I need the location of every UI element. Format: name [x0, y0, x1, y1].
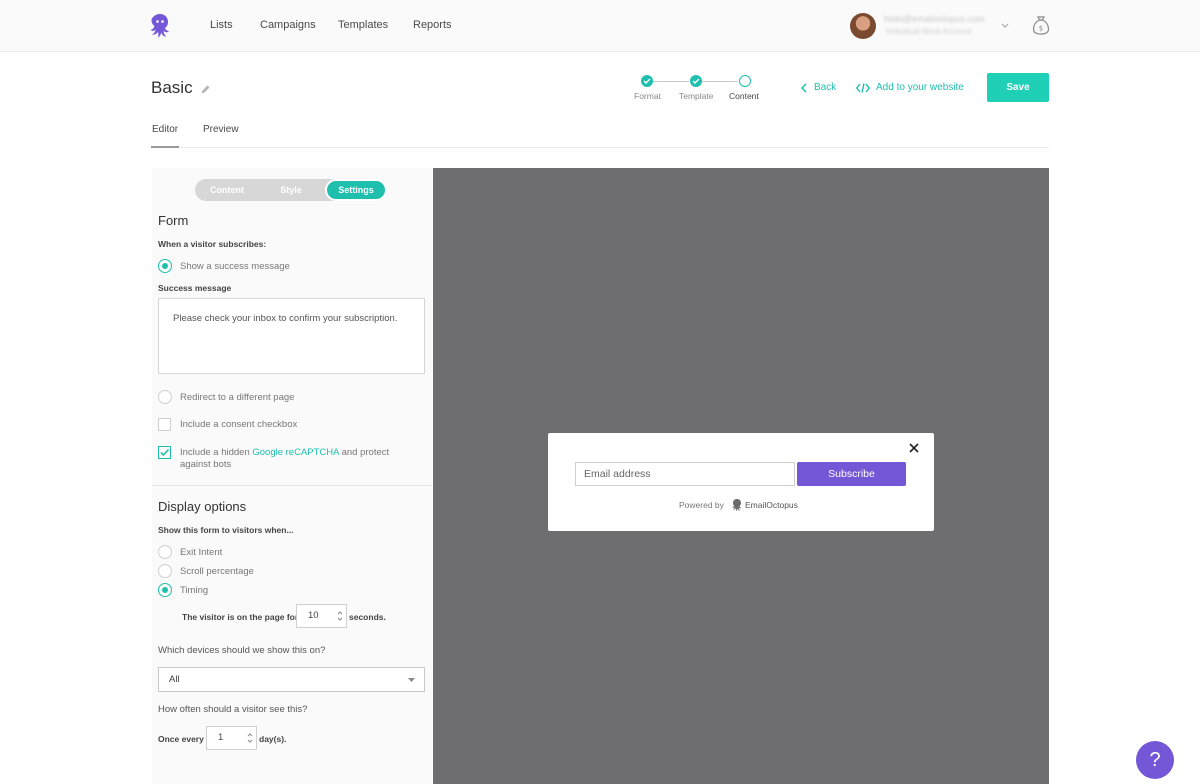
devices-select[interactable]: All [158, 667, 425, 692]
add-to-website-link[interactable]: Add to your website [856, 82, 964, 93]
form-preview-canvas: Email address Subscribe Powered by Email… [433, 168, 1049, 784]
scroll-percentage-radio[interactable] [158, 564, 172, 578]
octopus-logo-icon [732, 499, 742, 512]
chevron-left-icon [800, 83, 807, 93]
success-message-radio[interactable] [158, 259, 172, 273]
page-title: Basic [151, 78, 193, 97]
timing-seconds-value: 10 [308, 610, 319, 621]
exit-intent-radio[interactable] [158, 545, 172, 559]
back-link[interactable]: Back [800, 82, 836, 93]
nav-campaigns[interactable]: Campaigns [260, 19, 316, 31]
timing-radio[interactable] [158, 583, 172, 597]
segment-style[interactable]: Style [259, 179, 323, 201]
editor-tabs: Editor Preview [151, 124, 1049, 148]
panel-segment-control: Content Style Settings [195, 179, 387, 201]
section-divider [152, 485, 432, 486]
account-email: hello@emailoctopus.com [884, 14, 985, 24]
frequency-suffix: day(s). [259, 734, 287, 744]
account-name: Individual Work Account [886, 27, 972, 36]
back-label: Back [814, 82, 837, 93]
frequency-prefix: Once every [158, 734, 204, 744]
form-section-title: Form [158, 213, 189, 228]
popup-form-preview: Email address Subscribe Powered by Email… [548, 433, 934, 531]
success-message-option: Show a success message [180, 261, 290, 272]
redirect-radio[interactable] [158, 390, 172, 404]
timing-seconds-stepper[interactable]: 10 [296, 604, 347, 628]
frequency-days-value: 1 [218, 732, 224, 743]
segment-content[interactable]: Content [195, 179, 259, 201]
consent-checkbox[interactable] [158, 418, 171, 431]
save-button[interactable]: Save [987, 73, 1049, 102]
caret-down-icon [408, 678, 415, 682]
recaptcha-option: Include a hidden Google reCAPTCHA and pr… [180, 447, 389, 458]
nav-reports[interactable]: Reports [413, 19, 452, 31]
devices-select-value: All [169, 674, 180, 685]
step-template-label: Template [679, 91, 714, 101]
redirect-option: Redirect to a different page [180, 392, 295, 403]
step-format-check-icon[interactable] [641, 75, 653, 87]
code-icon [856, 83, 870, 93]
step-content-circle-icon[interactable] [739, 75, 751, 87]
tab-editor[interactable]: Editor [151, 124, 180, 148]
recaptcha-suffix: and protect [341, 447, 390, 458]
recaptcha-prefix: Include a hidden [180, 447, 250, 458]
step-connector [647, 81, 689, 82]
avatar [850, 13, 876, 39]
exit-intent-option: Exit Intent [180, 547, 223, 558]
subscribe-button[interactable]: Subscribe [797, 462, 906, 486]
segment-settings[interactable]: Settings [325, 179, 387, 201]
recaptcha-link[interactable]: Google reCAPTCHA [252, 447, 339, 458]
subscribe-label: When a visitor subscribes: [158, 239, 267, 249]
pencil-edit-icon[interactable] [200, 84, 211, 95]
email-address-input[interactable]: Email address [575, 462, 795, 486]
powered-by-label: Powered by [679, 500, 724, 510]
timing-option: Timing [180, 585, 209, 596]
svg-text:$: $ [1039, 25, 1043, 33]
timing-suffix: seconds. [349, 612, 386, 622]
stepper-arrows-icon[interactable] [247, 731, 253, 745]
money-bag-icon[interactable]: $ [1031, 14, 1051, 36]
tab-preview[interactable]: Preview [203, 124, 239, 146]
timing-prefix: The visitor is on the page for [182, 612, 299, 622]
step-content-label: Content [729, 91, 759, 101]
nav-lists[interactable]: Lists [210, 19, 233, 31]
chevron-down-icon [1001, 23, 1009, 28]
success-message-label: Success message [158, 283, 232, 293]
help-button[interactable]: ? [1136, 741, 1174, 779]
nav-templates[interactable]: Templates [338, 19, 388, 31]
emailoctopus-brand[interactable]: EmailOctopus [745, 500, 798, 510]
recaptcha-checkbox[interactable] [158, 446, 171, 459]
devices-question: Which devices should we show this on? [158, 645, 326, 656]
step-connector [702, 81, 738, 82]
show-when-label: Show this form to visitors when... [158, 525, 294, 535]
frequency-days-stepper[interactable]: 1 [206, 726, 257, 750]
account-menu[interactable]: hello@emailoctopus.com Individual Work A… [850, 12, 1010, 40]
scroll-percentage-option: Scroll percentage [180, 566, 254, 577]
step-template-check-icon[interactable] [690, 75, 702, 87]
close-icon[interactable] [909, 443, 919, 453]
settings-panel: Content Style Settings Form When a visit… [152, 168, 432, 784]
recaptcha-line2: against bots [180, 459, 232, 470]
add-to-website-label: Add to your website [876, 82, 964, 93]
progress-steps: Format Template Content [628, 74, 768, 104]
success-message-textarea[interactable]: Please check your inbox to confirm your … [158, 298, 425, 374]
display-section-title: Display options [158, 499, 247, 514]
consent-option: Include a consent checkbox [180, 419, 298, 430]
stepper-arrows-icon[interactable] [337, 609, 343, 623]
frequency-question: How often should a visitor see this? [158, 704, 308, 715]
checkmark-icon [160, 448, 170, 457]
step-format-label: Format [634, 91, 661, 101]
octopus-logo-icon[interactable] [148, 12, 172, 40]
top-navigation: Lists Campaigns Templates Reports hello@… [0, 0, 1200, 52]
